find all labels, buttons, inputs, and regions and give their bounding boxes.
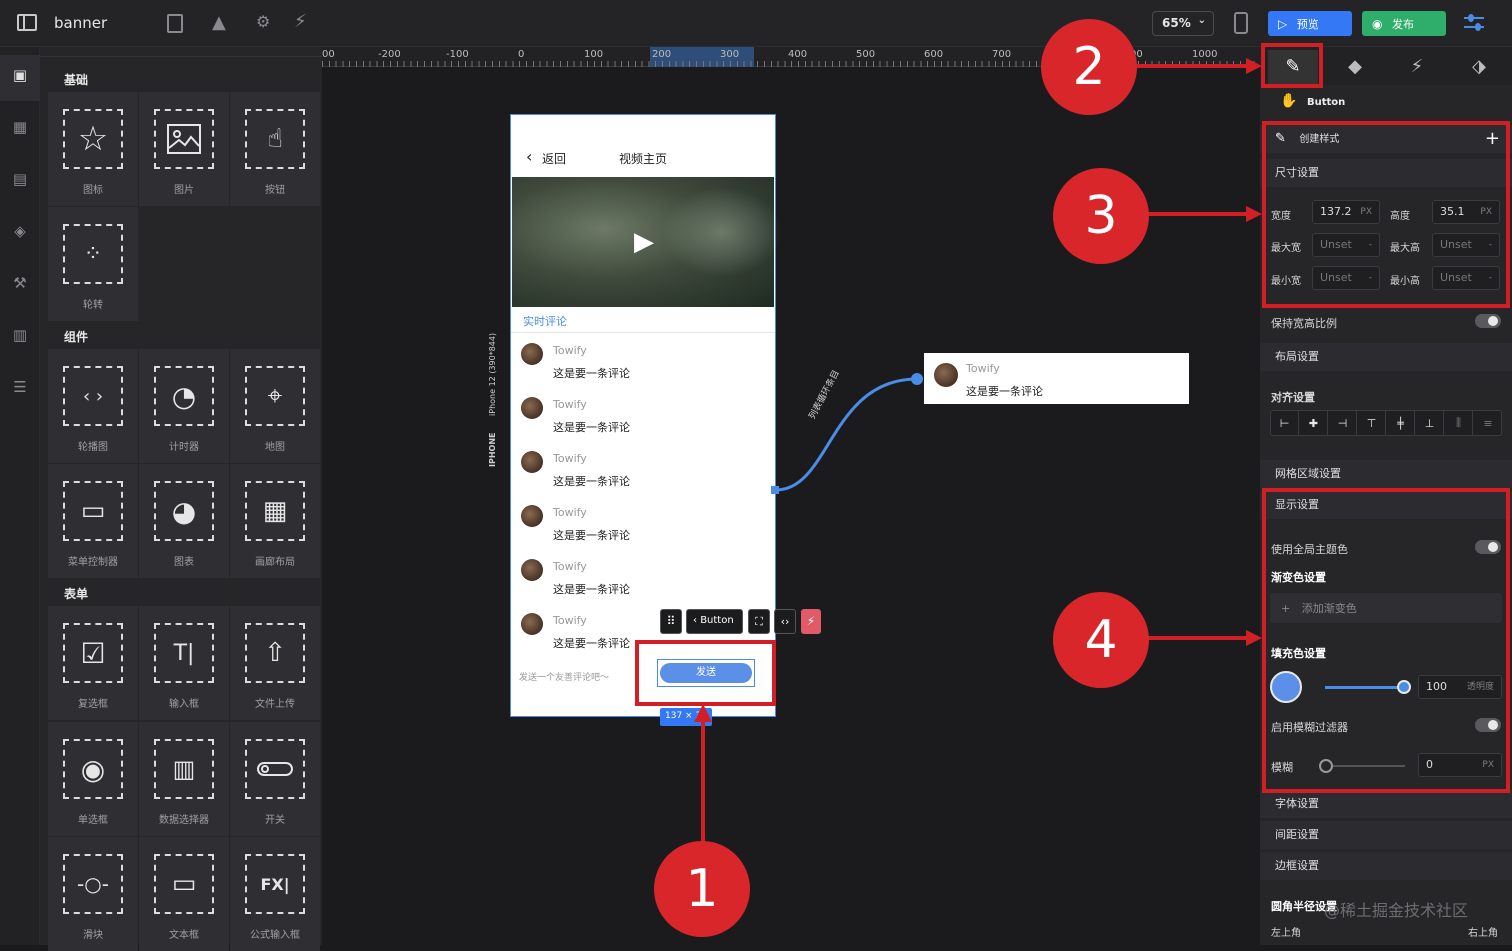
arrow-1-head [694, 704, 712, 722]
callout-4: 4 [1053, 592, 1149, 688]
callout-2: 2 [1041, 19, 1137, 115]
arrow-2-head [1246, 58, 1262, 74]
arrow-3-head [1246, 206, 1262, 222]
callout-3: 3 [1053, 168, 1149, 264]
callout-arrows [694, 58, 1262, 845]
callout-1: 1 [654, 841, 750, 937]
arrow-4-head [1246, 630, 1262, 646]
